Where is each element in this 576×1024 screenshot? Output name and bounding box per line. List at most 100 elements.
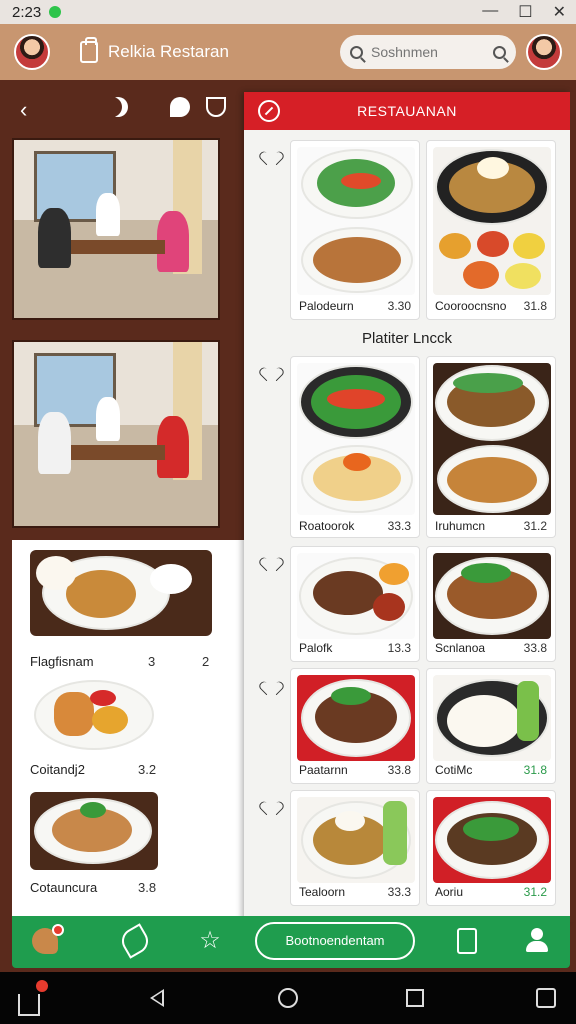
dish-name: Coitandj2 [30, 762, 85, 777]
search-submit-icon[interactable] [493, 45, 506, 59]
system-menu-icon[interactable] [536, 988, 556, 1008]
menu-item-card[interactable]: Scnlanoa 33.8 [426, 546, 556, 662]
menu-item-card[interactable]: Cooroocnsno 31.8 [426, 140, 556, 320]
system-recents-icon[interactable] [406, 989, 424, 1007]
menu-item-price: 13.3 [387, 641, 411, 655]
profile-icon[interactable] [525, 928, 551, 954]
favorite-heart-icon[interactable] [264, 362, 278, 375]
left-dish-list: Flagfisnam 3 2 Coitandj2 3.2 Cotauncura … [12, 540, 244, 916]
dish-name: Cotauncura [30, 880, 98, 895]
menu-item-price: 3.30 [387, 299, 411, 313]
star-icon[interactable]: ☆ [197, 928, 223, 954]
dish-image [433, 147, 551, 295]
menu-item-card[interactable]: Aoriu 31.2 [426, 790, 556, 906]
menu-item-card[interactable]: Roatoorok 33.3 [290, 356, 420, 538]
dish-price: 3 [148, 654, 156, 669]
menu-item-name: Tealoorn [299, 885, 346, 899]
favorite-heart-icon[interactable] [264, 676, 278, 689]
search-icon [350, 45, 363, 59]
dish-image [297, 553, 415, 639]
chat-icon[interactable] [170, 97, 190, 117]
dish-image [30, 792, 158, 870]
menu-title: RESTAUANAN [357, 103, 457, 119]
notification-dot [52, 924, 64, 936]
dish-price: 3.8 [138, 880, 157, 895]
notification-badge [36, 980, 48, 992]
system-navigation-bar [0, 972, 576, 1024]
status-indicator-dot [49, 6, 62, 18]
search-input[interactable] [371, 44, 481, 60]
status-bar: 2:23 — ☐ ✕ [0, 0, 576, 24]
app-header: Relkia Restaran [0, 24, 576, 80]
list-item[interactable]: Flagfisnam 3 2 [12, 550, 244, 670]
menu-item-card[interactable]: Iruhumcn 31.2 [426, 356, 556, 538]
cup-icon[interactable] [206, 97, 226, 117]
menu-item-price: 31.2 [523, 885, 547, 899]
dish-price: 3.2 [138, 762, 157, 777]
restaurant-title: Relkia Restaran [108, 42, 229, 61]
list-item[interactable]: Coitandj2 3.2 [12, 676, 244, 796]
list-item[interactable]: Cotauncura 3.8 [12, 792, 244, 912]
user-avatar[interactable] [526, 34, 562, 70]
menu-item-name: Palofk [299, 641, 333, 655]
dish-image [433, 553, 551, 639]
system-home-icon[interactable] [278, 988, 298, 1008]
right-edge-strip [570, 92, 576, 922]
menu-item-name: Paatarnn [299, 763, 348, 777]
menu-header: RESTAUANAN [244, 92, 570, 130]
dish-image [30, 676, 158, 754]
dish-image [297, 147, 415, 295]
menu-item-price: 31.8 [523, 763, 547, 777]
dish-extra: 2 [202, 654, 210, 669]
menu-item-price: 33.3 [387, 519, 411, 533]
dining-room-photo[interactable] [12, 340, 220, 528]
bottom-action-bar: ☆ Bootnoendentam [12, 916, 570, 968]
menu-item-price: 33.3 [387, 885, 411, 899]
moon-icon[interactable] [108, 97, 128, 117]
home-notification-icon[interactable] [18, 980, 48, 1016]
dish-image [433, 675, 551, 761]
favorite-heart-icon[interactable] [264, 552, 278, 565]
back-arrow-icon[interactable]: ‹ [20, 97, 27, 123]
menu-item-price: 31.8 [523, 299, 547, 313]
menu-section-label: Platiter Lncck [361, 330, 453, 347]
menu-item-name: Aoriu [435, 885, 464, 899]
dish-image [297, 797, 415, 883]
menu-item-card[interactable]: Paatarnn 33.8 [290, 668, 420, 784]
menu-item-name: Scnlanoa [435, 641, 486, 655]
menu-item-card[interactable]: Palodeurn 3.30 [290, 140, 420, 320]
clipboard-icon[interactable] [457, 928, 477, 954]
menu-item-name: Cooroocnsno [435, 299, 507, 313]
cart-icon[interactable] [32, 924, 64, 954]
menu-item-name: Palodeurn [299, 299, 354, 313]
menu-item-card[interactable]: CotiMc 31.8 [426, 668, 556, 784]
leaf-icon[interactable] [117, 923, 153, 959]
menu-item-card[interactable]: Palofk 13.3 [290, 546, 420, 662]
close-button[interactable]: ✕ [553, 2, 566, 22]
menu-item-price: 31.2 [523, 519, 547, 533]
favorite-heart-icon[interactable] [264, 146, 278, 159]
dish-image [30, 550, 212, 636]
bag-icon [80, 37, 98, 63]
minimize-button[interactable]: — [482, 2, 498, 22]
favorite-heart-icon[interactable] [264, 796, 278, 809]
search-bar[interactable] [340, 35, 516, 69]
system-back-icon[interactable] [150, 989, 164, 1007]
profile-avatar[interactable] [14, 34, 50, 70]
dish-image [297, 363, 415, 515]
menu-item-card[interactable]: Tealoorn 33.3 [290, 790, 420, 906]
window-controls: — ☐ ✕ [482, 2, 566, 22]
menu-item-name: Iruhumcn [435, 519, 486, 533]
menu-item-name: CotiMc [435, 763, 473, 777]
gallery-toolbar: ‹ [0, 80, 244, 138]
dish-image [433, 363, 551, 515]
dish-image [297, 675, 415, 761]
menu-item-price: 33.8 [523, 641, 547, 655]
menu-item-price: 33.8 [387, 763, 411, 777]
dining-room-photo[interactable] [12, 138, 220, 320]
primary-action-button[interactable]: Bootnoendentam [255, 922, 415, 960]
dish-name: Flagfisnam [30, 654, 94, 669]
status-time: 2:23 [12, 3, 42, 21]
menu-item-name: Roatoorok [299, 519, 355, 533]
maximize-button[interactable]: ☐ [518, 2, 532, 22]
